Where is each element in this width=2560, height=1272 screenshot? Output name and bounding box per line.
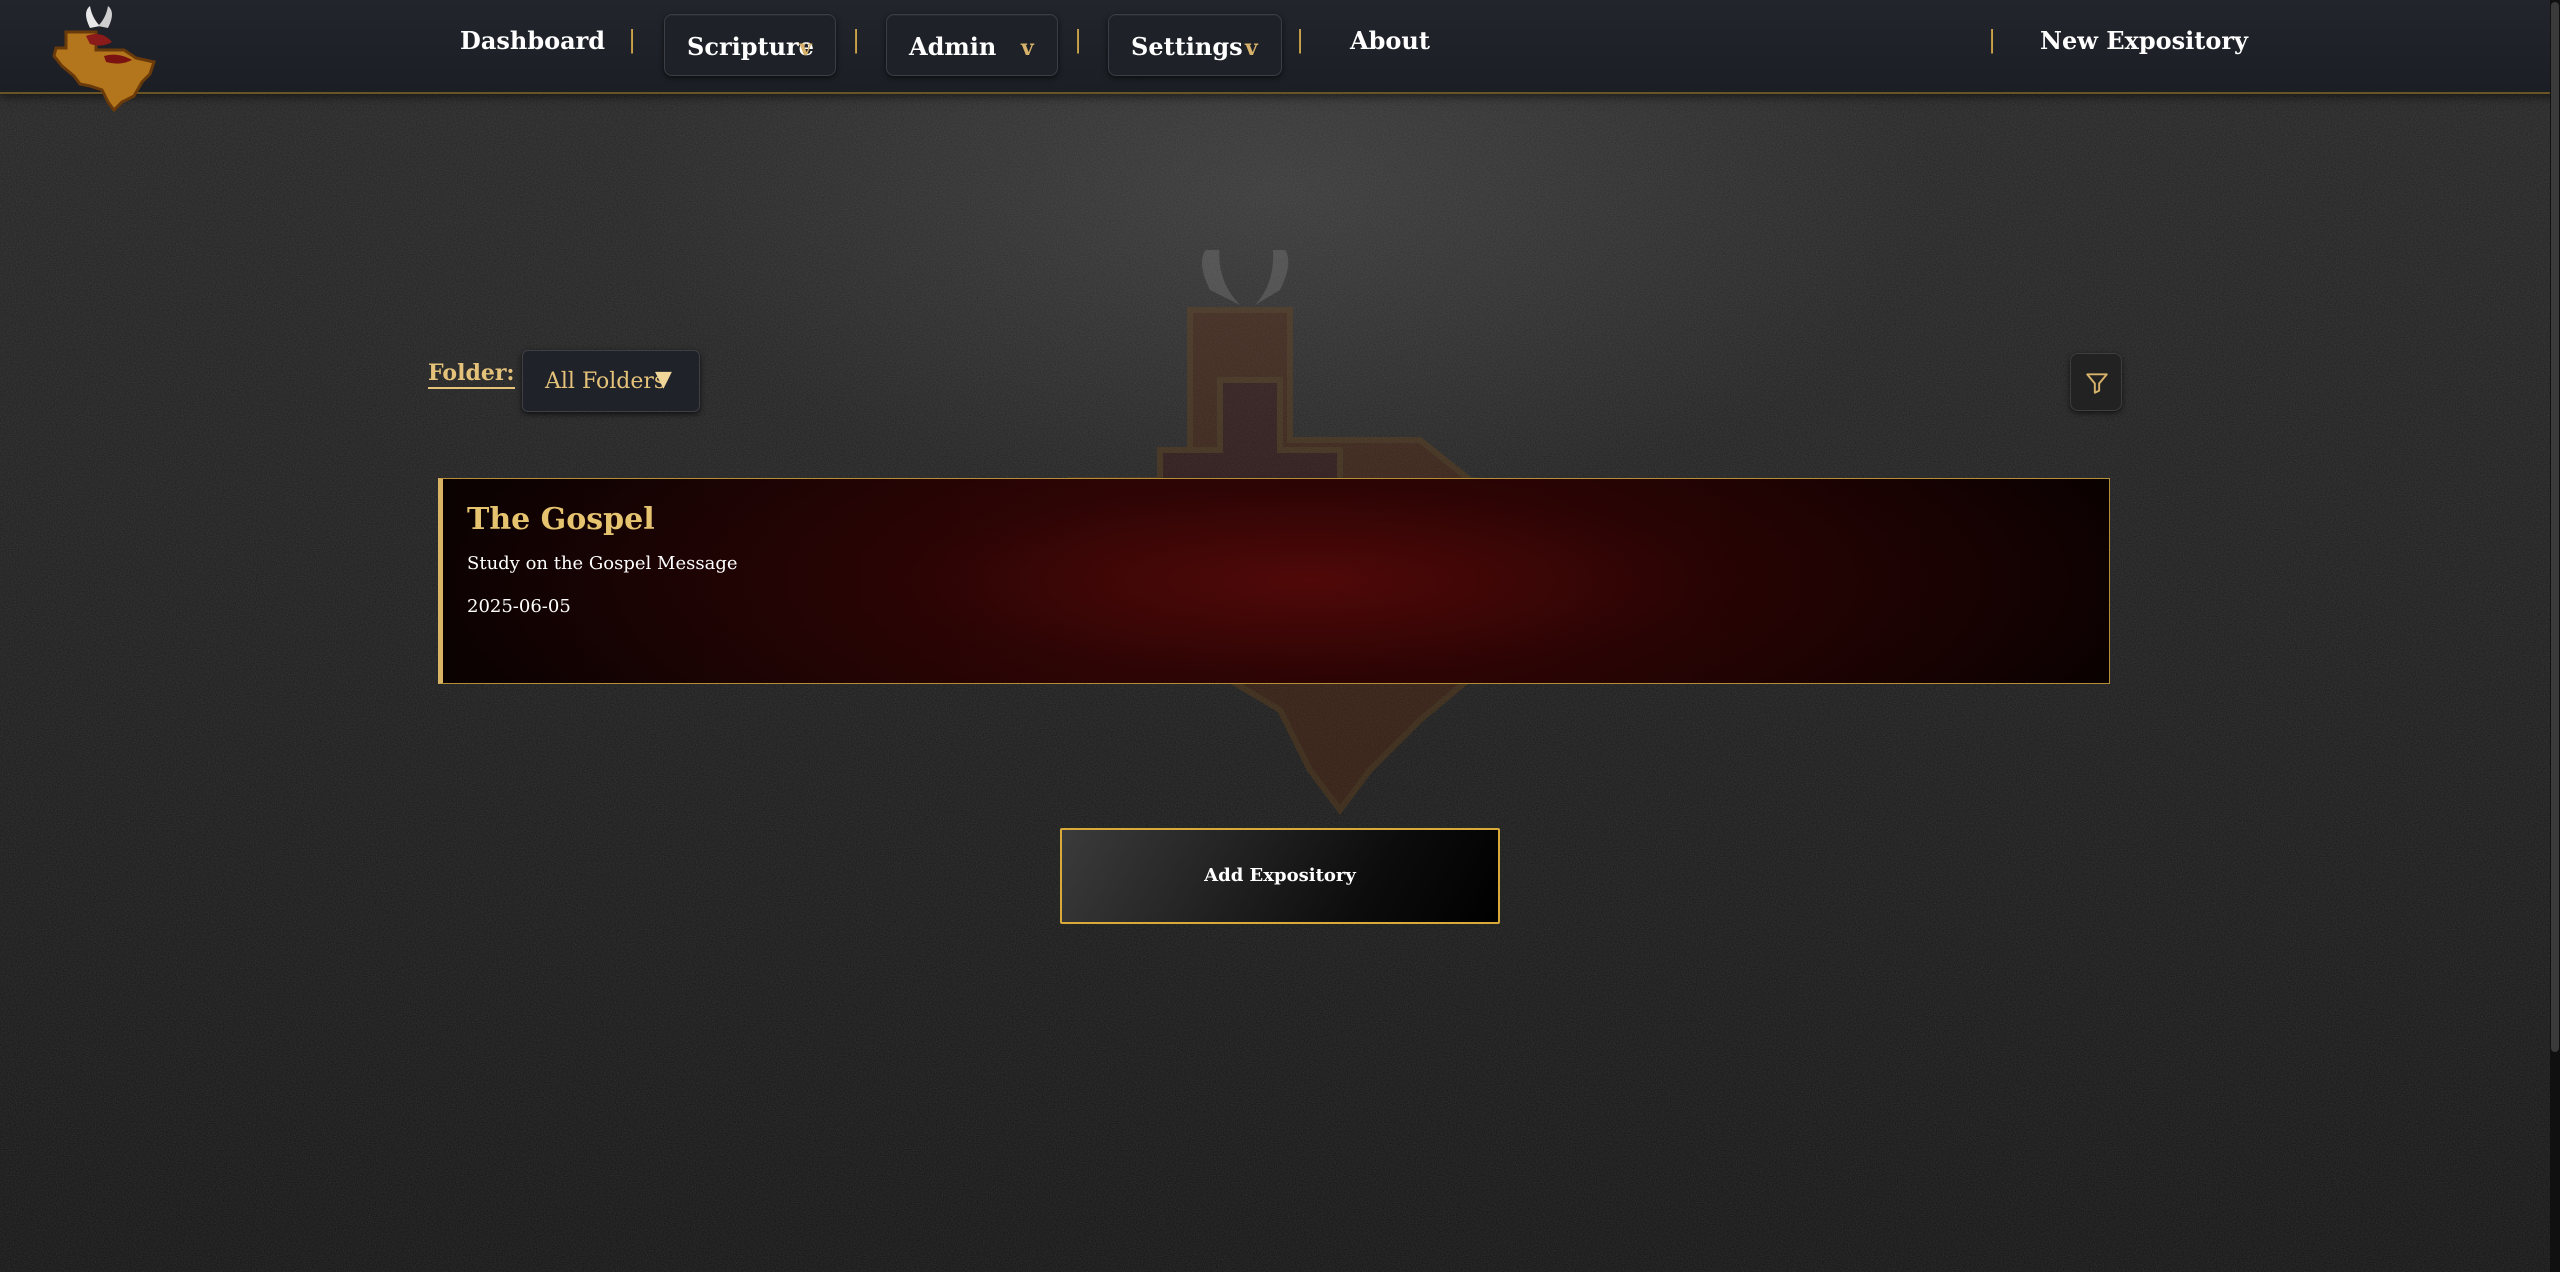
scrollbar-thumb[interactable] (2551, 2, 2559, 1052)
nav-settings-label: Settings (1131, 32, 1243, 61)
top-navbar: Dashboard | Scripture v | Admin v | Sett… (0, 0, 2560, 112)
add-expository-button[interactable]: Add Expository (1060, 828, 1500, 924)
nav-separator: | (1074, 26, 1083, 54)
caret-down-icon: ▼ (655, 367, 672, 392)
folder-select-value: All Folders (545, 369, 666, 394)
nav-separator: | (628, 26, 637, 54)
chevron-down-icon: v (799, 35, 812, 61)
folder-select[interactable]: All Folders ▼ (522, 350, 700, 412)
filter-button[interactable] (2070, 353, 2122, 411)
chevron-down-icon: v (1245, 35, 1258, 61)
nav-dashboard-link[interactable]: Dashboard (460, 26, 605, 55)
nav-scripture-dropdown[interactable]: Scripture v (664, 14, 836, 76)
nav-about-link[interactable]: About (1350, 26, 1430, 55)
nav-separator: | (1988, 26, 1997, 54)
nav-scripture-label: Scripture (687, 32, 814, 61)
chevron-down-icon: v (1021, 35, 1034, 61)
nav-admin-label: Admin (909, 32, 997, 61)
nav-admin-dropdown[interactable]: Admin v (886, 14, 1058, 76)
nav-settings-dropdown[interactable]: Settings v (1108, 14, 1282, 76)
nav-separator: | (852, 26, 861, 54)
folder-label: Folder: (428, 360, 515, 389)
expository-title: The Gospel (467, 502, 655, 537)
nav-new-expository-link[interactable]: New Expository (2040, 26, 2248, 55)
expository-date: 2025-06-05 (467, 596, 571, 617)
expository-description: Study on the Gospel Message (467, 553, 738, 574)
expository-card[interactable]: The Gospel Study on the Gospel Message 2… (438, 478, 2110, 684)
filter-funnel-icon (2086, 373, 2108, 394)
add-expository-label: Add Expository (1204, 865, 1356, 886)
texas-bull-logo[interactable] (46, 2, 164, 112)
nav-separator: | (1296, 26, 1305, 54)
